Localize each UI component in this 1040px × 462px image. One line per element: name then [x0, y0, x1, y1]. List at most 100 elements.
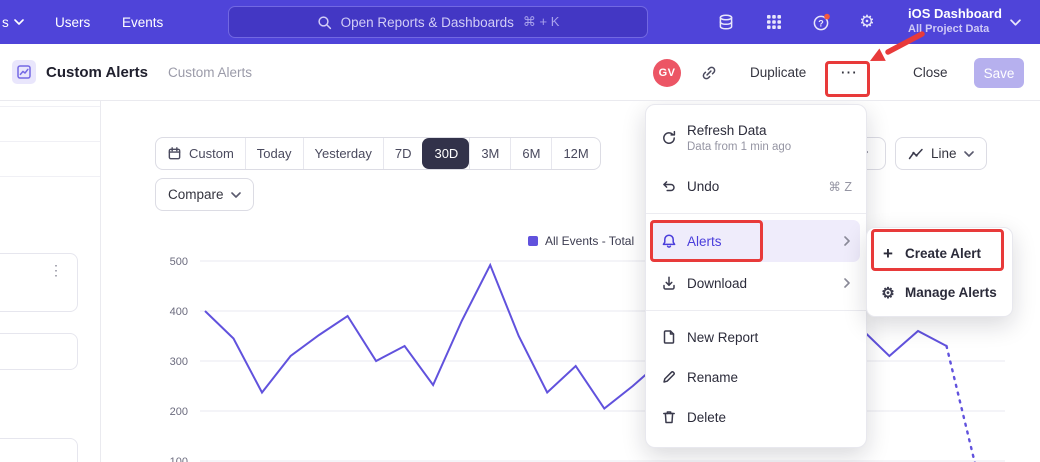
plus-icon: + — [880, 244, 896, 264]
data-management-button[interactable] — [716, 12, 736, 32]
refresh-icon — [660, 130, 677, 147]
date-range-custom[interactable]: Custom — [156, 138, 245, 169]
download-icon — [660, 275, 677, 292]
menu-item-refresh-sublabel: Data from 1 min ago — [687, 141, 791, 153]
menu-item-refresh-label: Refresh Data — [687, 123, 791, 138]
menu-item-alerts-label: Alerts — [687, 234, 722, 249]
menu-item-rename[interactable]: Rename — [646, 357, 866, 397]
y-axis-tick-label: 300 — [170, 356, 188, 368]
date-range-today[interactable]: Today — [245, 138, 303, 169]
undo-shortcut: ⌘ Z — [828, 179, 852, 194]
new-report-icon — [660, 329, 677, 346]
avatar[interactable]: GV — [653, 59, 681, 87]
nav-item-users[interactable]: Users — [55, 0, 90, 44]
alerts-submenu: + Create Alert ⚙ Manage Alerts — [866, 227, 1013, 317]
close-button[interactable]: Close — [913, 65, 948, 80]
top-navbar: s Users Events Open Reports & Dashboards… — [0, 0, 1040, 44]
nav-item-truncated-label: s — [2, 15, 9, 30]
search-icon — [317, 15, 332, 30]
date-range-custom-label: Custom — [189, 146, 234, 161]
gear-icon: ⚙ — [880, 284, 896, 302]
database-icon — [717, 13, 735, 31]
compare-button[interactable]: Compare — [155, 178, 254, 211]
date-range-yesterday[interactable]: Yesterday — [303, 138, 383, 169]
date-range-3m[interactable]: 3M — [469, 138, 510, 169]
apps-grid-icon — [766, 14, 782, 30]
submenu-item-create-alert-label: Create Alert — [905, 246, 981, 261]
report-chart-icon — [17, 65, 31, 79]
ellipsis-icon: ⋯ — [840, 63, 858, 83]
nav-item-events-label: Events — [122, 15, 163, 30]
save-button[interactable]: Save — [974, 58, 1024, 88]
avatar-initials: GV — [659, 67, 676, 79]
compare-label: Compare — [168, 187, 224, 202]
chevron-down-icon — [14, 19, 24, 25]
side-card[interactable]: ⋮ — [0, 253, 78, 312]
gear-icon: ⚙ — [859, 12, 874, 32]
chevron-right-icon — [844, 278, 850, 288]
chevron-down-icon — [1010, 19, 1021, 26]
chart-type-label: Line — [931, 146, 957, 161]
submenu-item-manage-alerts-label: Manage Alerts — [905, 285, 997, 300]
more-options-button[interactable]: ⋯ — [834, 58, 864, 88]
menu-item-download-label: Download — [687, 276, 747, 291]
submenu-item-create-alert[interactable]: + Create Alert — [867, 234, 1012, 273]
apps-grid-button[interactable] — [764, 12, 784, 32]
breadcrumb[interactable]: Custom Alerts — [168, 65, 252, 80]
y-axis-tick-label: 100 — [170, 456, 188, 462]
chevron-down-icon — [964, 151, 974, 157]
side-card[interactable] — [0, 333, 78, 370]
chart-type-button[interactable]: Line — [895, 137, 987, 170]
global-search[interactable]: Open Reports & Dashboards ⌘ + K — [228, 6, 648, 38]
search-shortcut: ⌘ + K — [523, 14, 560, 30]
left-panel-row-divider — [0, 141, 100, 142]
more-options-menu: Refresh Data Data from 1 min ago Undo ⌘ … — [645, 104, 867, 448]
kebab-menu-icon[interactable]: ⋮ — [49, 262, 63, 279]
report-header: Custom Alerts Custom Alerts GV Duplicate… — [0, 44, 1040, 101]
menu-item-refresh-data[interactable]: Refresh Data Data from 1 min ago — [646, 111, 866, 165]
side-card[interactable] — [0, 438, 78, 462]
bell-icon — [660, 233, 677, 250]
settings-button[interactable]: ⚙ — [857, 12, 877, 32]
date-range-7d[interactable]: 7D — [383, 138, 423, 169]
date-range-6m[interactable]: 6M — [510, 138, 551, 169]
menu-item-download[interactable]: Download — [646, 262, 866, 304]
series-line-dashed-projection — [947, 346, 976, 462]
menu-item-new-report[interactable]: New Report — [646, 317, 866, 357]
menu-item-rename-label: Rename — [687, 370, 738, 385]
nav-item-users-label: Users — [55, 15, 90, 30]
chevron-down-icon — [231, 192, 241, 198]
chevron-right-icon — [844, 236, 850, 246]
help-icon: ? — [812, 13, 831, 32]
menu-divider — [646, 310, 866, 311]
nav-item-events[interactable]: Events — [122, 0, 163, 44]
y-axis-tick-label: 500 — [170, 256, 188, 268]
search-placeholder: Open Reports & Dashboards — [341, 15, 514, 30]
panel-divider — [100, 101, 101, 462]
help-button[interactable]: ? — [811, 12, 831, 32]
link-icon — [700, 64, 718, 82]
left-panel-row-divider — [0, 106, 100, 107]
date-range-30d[interactable]: 30D — [422, 138, 469, 169]
menu-item-alerts[interactable]: Alerts — [652, 220, 860, 262]
report-icon — [12, 60, 36, 84]
menu-item-delete-label: Delete — [687, 410, 726, 425]
menu-item-undo-label: Undo — [687, 179, 719, 194]
left-panel-row-divider — [0, 176, 100, 177]
submenu-item-manage-alerts[interactable]: ⚙ Manage Alerts — [867, 273, 1012, 312]
undo-icon — [660, 178, 677, 195]
calendar-icon — [167, 146, 182, 161]
y-axis-tick-label: 200 — [170, 406, 188, 418]
copy-link-button[interactable] — [700, 64, 718, 82]
menu-item-undo[interactable]: Undo ⌘ Z — [646, 165, 866, 207]
duplicate-button[interactable]: Duplicate — [750, 65, 806, 80]
page-title: Custom Alerts — [46, 64, 148, 81]
menu-item-new-report-label: New Report — [687, 330, 758, 345]
date-range-12m[interactable]: 12M — [551, 138, 599, 169]
y-axis-tick-label: 400 — [170, 306, 188, 318]
menu-divider — [646, 213, 866, 214]
nav-item-truncated[interactable]: s — [2, 0, 24, 44]
app-window: s Users Events Open Reports & Dashboards… — [0, 0, 1040, 462]
menu-item-delete[interactable]: Delete — [646, 397, 866, 437]
date-range-segmented-control: Custom Today Yesterday 7D 30D 3M 6M 12M — [155, 137, 601, 170]
